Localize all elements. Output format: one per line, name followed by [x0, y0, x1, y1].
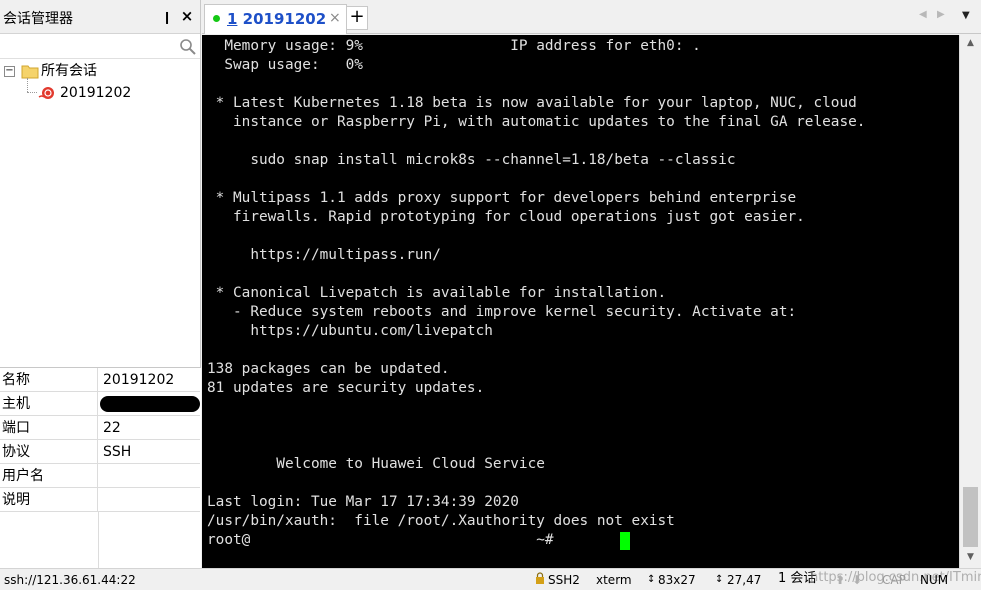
- property-row-port: 端口 22: [0, 416, 200, 440]
- property-key: 说明: [0, 488, 98, 512]
- session-manager-title: 会话管理器: [3, 11, 73, 27]
- tab-number: 1: [227, 10, 238, 28]
- property-row-description: 说明: [0, 488, 200, 512]
- terminal-line: instance or Raspberry Pi, with automatic…: [207, 114, 866, 130]
- terminal-line: * Latest Kubernetes 1.18 beta is now ava…: [207, 95, 857, 111]
- new-tab-button[interactable]: +: [346, 6, 368, 30]
- terminal-line: https://multipass.run/: [207, 247, 441, 263]
- redaction-mark: [100, 396, 200, 412]
- terminal-scrollbar[interactable]: ▲ ▼: [959, 35, 981, 568]
- close-panel-button[interactable]: ×: [180, 8, 194, 24]
- property-row-protocol: 协议 SSH: [0, 440, 200, 464]
- terminal-line: - Reduce system reboots and improve kern…: [207, 304, 797, 320]
- tab-close-icon[interactable]: ×: [329, 10, 341, 26]
- terminal-line: * Canonical Livepatch is available for i…: [207, 285, 667, 301]
- property-value: 20191202: [103, 372, 175, 388]
- resize-icon: ↕: [647, 574, 656, 585]
- tab-list-dropdown-icon[interactable]: ▼: [962, 10, 970, 21]
- terminal-line: 138 packages can be updated.: [207, 361, 450, 377]
- terminal-line: Welcome to Huawei Cloud Service: [207, 456, 545, 472]
- session-manager-panel: 会话管理器 ❙ × − 所有会话 20191202 名称 20191202 主机…: [0, 0, 201, 569]
- tab-scroll-left-icon[interactable]: ◀: [919, 9, 927, 20]
- terminal-type-indicator: xterm: [596, 573, 632, 587]
- session-search-input[interactable]: [2, 36, 174, 56]
- property-divider: [98, 512, 99, 569]
- terminal-line: /usr/bin/xauth: file /root/.Xauthority d…: [207, 513, 675, 529]
- upload-icon[interactable]: ⬆: [835, 573, 845, 587]
- tree-connector: [27, 78, 28, 92]
- pin-icon[interactable]: ❙: [160, 9, 174, 25]
- property-key: 主机: [0, 392, 98, 416]
- tab-scroll-right-icon[interactable]: ▶: [937, 9, 945, 20]
- tree-item-label: 所有会话: [41, 63, 97, 79]
- property-key: 用户名: [0, 464, 98, 488]
- terminal-line: Last login: Tue Mar 17 17:34:39 2020: [207, 494, 519, 510]
- terminal-line: Memory usage: 9% IP address for eth0: .: [207, 38, 701, 54]
- terminal-line: * Multipass 1.1 adds proxy support for d…: [207, 190, 797, 206]
- terminal-line: 81 updates are security updates.: [207, 380, 485, 396]
- terminal-line: sudo snap install microk8s --channel=1.1…: [207, 152, 736, 168]
- num-lock-indicator: NUM: [920, 573, 949, 587]
- cursor-position-indicator: 27,47: [727, 573, 762, 587]
- property-row-username: 用户名: [0, 464, 200, 488]
- terminal-screen[interactable]: Memory usage: 9% IP address for eth0: . …: [202, 35, 959, 568]
- property-key: 协议: [0, 440, 98, 464]
- property-value: SSH: [103, 444, 132, 460]
- scroll-down-icon[interactable]: ▼: [960, 549, 981, 566]
- terminal-line: firewalls. Rapid prototyping for cloud o…: [207, 209, 805, 225]
- status-bar: ssh://121.36.61.44:22 SSH2 xterm ↕ 83x27…: [0, 568, 981, 590]
- property-value: 22: [103, 420, 121, 436]
- property-row-host: 主机: [0, 392, 200, 416]
- tab-title: 20191202: [237, 10, 327, 28]
- property-row-name: 名称 20191202: [0, 368, 200, 392]
- search-icon[interactable]: [179, 38, 197, 56]
- tree-item-label: 20191202: [60, 85, 132, 101]
- connection-address: ssh://121.36.61.44:22: [4, 573, 136, 587]
- terminal-cursor: [620, 532, 630, 550]
- tab-bar: 1 20191202 × + ◀ ▶ ▼: [202, 0, 981, 34]
- tab-session-20191202[interactable]: 1 20191202 ×: [204, 4, 347, 34]
- caps-lock-indicator: CAP: [882, 573, 906, 587]
- terminal-size-indicator: 83x27: [658, 573, 696, 587]
- session-tree: − 所有会话 20191202: [0, 60, 200, 360]
- property-key: 端口: [0, 416, 98, 440]
- session-search-row: [0, 34, 200, 59]
- terminal-prompt-line: root@ ~#: [207, 532, 554, 548]
- session-icon: [38, 87, 54, 99]
- property-key: 名称: [0, 368, 98, 392]
- tab-label: 1 20191202: [227, 10, 326, 28]
- folder-icon: [21, 65, 39, 79]
- lock-icon: [536, 572, 544, 584]
- protocol-indicator: SSH2: [548, 573, 580, 587]
- session-properties: 名称 20191202 主机 端口 22 协议 SSH 用户名 说明: [0, 367, 201, 569]
- collapse-toggle-icon[interactable]: −: [4, 66, 15, 77]
- scroll-up-icon[interactable]: ▲: [960, 35, 981, 52]
- terminal-line: https://ubuntu.com/livepatch: [207, 323, 493, 339]
- cursor-position-icon: ↕: [715, 574, 724, 585]
- tree-connector: [27, 92, 37, 93]
- connected-status-icon: [213, 15, 220, 22]
- download-icon[interactable]: ⬇: [852, 573, 862, 587]
- terminal-line: Swap usage: 0%: [207, 57, 363, 73]
- session-manager-header: 会话管理器 ❙ ×: [0, 0, 200, 34]
- scrollbar-thumb[interactable]: [963, 487, 978, 547]
